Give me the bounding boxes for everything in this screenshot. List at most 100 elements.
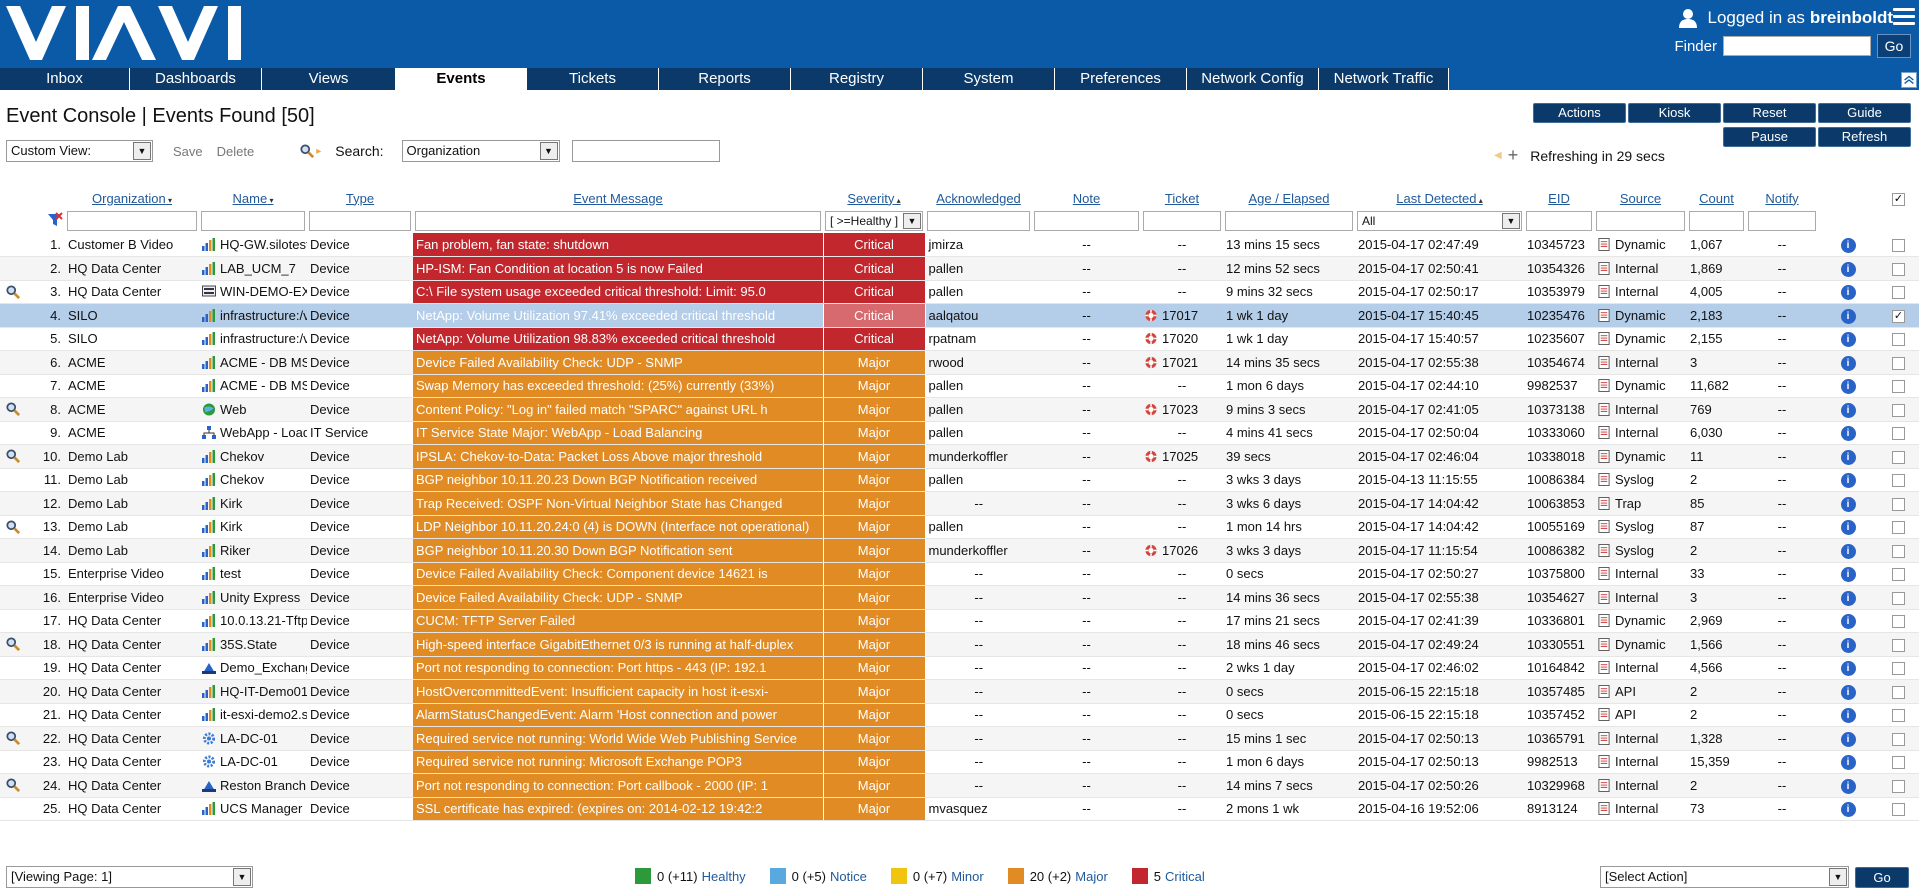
device-name-link[interactable]: Reston Branch Router [220, 778, 307, 793]
event-message-cell[interactable]: Device Failed Availability Check: UDP - … [413, 350, 824, 375]
info-cell[interactable]: i [1818, 797, 1878, 821]
ticket-link[interactable]: 17025 [1162, 449, 1198, 464]
ticket-link[interactable]: 17020 [1162, 331, 1198, 346]
ticket-cell[interactable]: 17023 [1141, 397, 1223, 422]
device-name-link[interactable]: HQ-IT-Demo01 [220, 684, 307, 699]
row-checkbox-cell[interactable] [1878, 538, 1919, 563]
info-icon[interactable]: i [1840, 449, 1856, 465]
refresh-button[interactable]: Refresh [1818, 127, 1911, 147]
table-row[interactable]: 16. Enterprise Video Unity Express Device De… [0, 585, 1919, 610]
row-checkbox[interactable] [1892, 333, 1905, 347]
event-message-cell[interactable]: Device Failed Availability Check: UDP - … [413, 585, 824, 610]
info-icon[interactable]: i [1840, 473, 1856, 489]
event-message-cell[interactable]: C:\ File system usage exceeded critical … [413, 280, 824, 304]
table-row[interactable]: 9.ACMEWebApp - Load BalancingIT ServiceI… [0, 421, 1919, 445]
name-cell[interactable]: WebApp - Load Balancing [199, 421, 307, 445]
tab-inbox[interactable]: Inbox [0, 68, 130, 90]
finder-go-button[interactable]: Go [1877, 34, 1911, 58]
legend-label[interactable]: Minor [951, 869, 984, 884]
row-checkbox[interactable] [1892, 427, 1905, 441]
row-checkbox-cell[interactable] [1878, 656, 1919, 680]
table-row[interactable]: 21.HQ Data Center it-esxi-demo2.scienceDe… [0, 703, 1919, 727]
event-message-cell[interactable]: HP-ISM: Fan Condition at location 5 is n… [413, 256, 824, 281]
event-message-cell[interactable]: Content Policy: "Log in" failed match "S… [413, 397, 824, 422]
row-checkbox-cell[interactable] [1878, 374, 1919, 398]
event-message-cell[interactable]: NetApp: Volume Utilization 97.41% exceed… [413, 303, 824, 328]
row-checkbox[interactable] [1892, 591, 1905, 605]
info-cell[interactable]: i [1818, 703, 1878, 727]
actions-button[interactable]: Actions [1533, 103, 1626, 123]
table-row[interactable]: 19.HQ Data Center Demo_ExchangeDevicePort… [0, 656, 1919, 680]
event-message-cell[interactable]: BGP neighbor 10.11.20.30 Down BGP Notifi… [413, 538, 824, 563]
event-message-cell[interactable]: Required service not running: World Wide… [413, 726, 824, 751]
info-cell[interactable]: i [1818, 374, 1878, 398]
event-message-cell[interactable]: CUCM: TFTP Server Failed [413, 609, 824, 633]
ticket-link[interactable]: 17017 [1162, 308, 1198, 323]
column-header-acknowledged[interactable]: Acknowledged [925, 187, 1032, 209]
column-header-age-elapsed[interactable]: Age / Elapsed [1223, 187, 1355, 209]
legend-notice[interactable]: 0 (+5) Notice [769, 868, 867, 884]
action-select[interactable]: [Select Action] ▼ [1600, 866, 1849, 888]
row-checkbox[interactable] [1892, 521, 1905, 535]
name-cell[interactable]: WIN-DEMO-EX2010 [199, 280, 307, 304]
name-cell[interactable]: infrastructure:/vol [199, 303, 307, 328]
tab-system[interactable]: System [923, 68, 1055, 90]
legend-healthy[interactable]: 0 (+11) Healthy [635, 868, 746, 884]
info-cell[interactable]: i [1818, 515, 1878, 539]
page-select[interactable]: [Viewing Page: 1] ▼ [6, 866, 253, 888]
row-checkbox-cell[interactable] [1878, 679, 1919, 704]
table-row[interactable]: 7.ACME ACME - DB MSSQLDeviceSwap Memory h… [0, 374, 1919, 398]
device-name-link[interactable]: Riker [220, 543, 250, 558]
row-checkbox-cell[interactable] [1878, 585, 1919, 610]
column-header-notify[interactable]: Notify [1746, 187, 1818, 209]
ticket-link[interactable]: 17023 [1162, 402, 1198, 417]
finder-input[interactable] [1723, 36, 1871, 56]
viavi-logo[interactable] [6, 6, 268, 60]
device-name-link[interactable]: infrastructure:/vol [220, 308, 307, 323]
table-row[interactable]: 10. Demo Lab Chekov Device IPSLA: Chekov-to-… [0, 444, 1919, 469]
table-row[interactable]: 1. Customer B Video HQ-GW.silotest.comDevi… [0, 233, 1919, 257]
name-cell[interactable]: test [199, 562, 307, 586]
row-checkbox-cell[interactable] [1878, 233, 1919, 257]
name-cell[interactable]: 10.0.13.21-Tftp [199, 609, 307, 633]
filter-eid[interactable] [1526, 211, 1592, 231]
name-cell[interactable]: LAB_UCM_7 [199, 256, 307, 281]
filter-organization[interactable] [67, 211, 197, 231]
table-row[interactable]: 8. ACME Web Device Content Policy: "Log in" … [0, 397, 1919, 422]
filter-source[interactable] [1596, 211, 1685, 231]
column-header-severity[interactable]: Severity ▴ [823, 187, 925, 209]
info-icon[interactable]: i [1840, 567, 1856, 583]
row-checkbox-cell[interactable] [1878, 726, 1919, 751]
reset-button[interactable]: Reset [1723, 103, 1816, 123]
device-name-link[interactable]: HQ-GW.silotest.com [220, 237, 307, 252]
column-header-note[interactable]: Note [1032, 187, 1141, 209]
filter-age[interactable] [1225, 211, 1353, 231]
row-checkbox[interactable] [1892, 662, 1905, 676]
info-icon[interactable]: i [1840, 661, 1856, 677]
table-row[interactable]: 3.HQ Data Center WIN-DEMO-EX2010DeviceC:\… [0, 280, 1919, 304]
column-header-ticket[interactable]: Ticket [1141, 187, 1223, 209]
device-name-link[interactable]: Kirk [220, 496, 242, 511]
table-row[interactable]: 6.ACME ACME - DB MSSQLDeviceDevice Failed… [0, 350, 1919, 375]
row-checkbox[interactable] [1892, 638, 1905, 652]
table-row[interactable]: 13. Demo Lab Kirk Device LDP Neighbor 10.11.… [0, 515, 1919, 539]
info-icon[interactable]: i [1840, 426, 1856, 442]
ticket-cell[interactable]: 17020 [1141, 327, 1223, 351]
custom-view-select[interactable]: Custom View: ▼ [6, 140, 153, 162]
filter-type[interactable] [309, 211, 411, 231]
ticket-cell[interactable]: 17017 [1141, 303, 1223, 328]
device-name-link[interactable]: Web [220, 402, 247, 417]
device-name-link[interactable]: LA-DC-01 [220, 731, 278, 746]
name-cell[interactable]: 35S.State [199, 632, 307, 657]
hamburger-menu-icon[interactable] [1893, 8, 1915, 28]
device-name-link[interactable]: Unity Express [220, 590, 300, 605]
name-cell[interactable]: Chekov [199, 468, 307, 492]
info-cell[interactable]: i [1818, 468, 1878, 492]
info-cell[interactable]: i [1818, 656, 1878, 680]
info-cell[interactable]: i [1818, 350, 1878, 375]
row-checkbox-cell[interactable] [1878, 797, 1919, 821]
info-cell[interactable]: i [1818, 609, 1878, 633]
select-all-checkbox[interactable]: ✓ [1878, 187, 1919, 209]
kiosk-button[interactable]: Kiosk [1628, 103, 1721, 123]
row-search-icon[interactable] [6, 519, 20, 534]
